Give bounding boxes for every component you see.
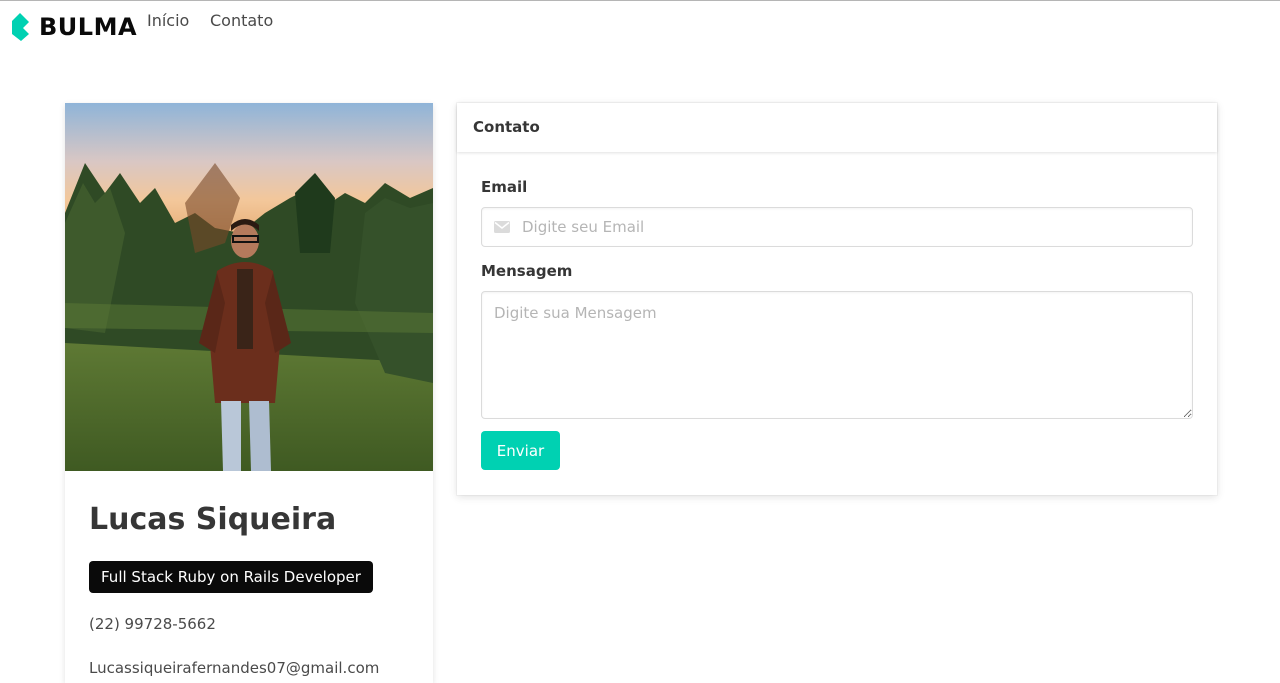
profile-phone: (22) 99728-5662 bbox=[89, 615, 216, 633]
profile-email: Lucassiqueirafernandes07@gmail.com bbox=[89, 659, 380, 677]
send-button[interactable]: Enviar bbox=[481, 431, 560, 470]
brand-name: BULMA bbox=[39, 13, 138, 41]
message-textarea[interactable] bbox=[481, 291, 1193, 419]
profile-photo bbox=[65, 103, 433, 471]
role-tag: Full Stack Ruby on Rails Developer bbox=[89, 561, 373, 593]
profile-card: Lucas Siqueira Full Stack Ruby on Rails … bbox=[65, 103, 433, 683]
message-label: Mensagem bbox=[481, 262, 573, 280]
navbar: BULMA Início Contato bbox=[0, 1, 1280, 53]
card-title: Contato bbox=[473, 118, 540, 136]
brand-link[interactable]: BULMA bbox=[11, 13, 137, 41]
email-field-wrapper bbox=[481, 207, 1193, 247]
envelope-icon bbox=[494, 221, 510, 233]
nav-item-inicio[interactable]: Início bbox=[147, 11, 189, 31]
bulma-logo-icon bbox=[12, 13, 29, 41]
email-input[interactable] bbox=[522, 208, 1182, 246]
profile-name: Lucas Siqueira bbox=[89, 502, 337, 537]
nav-item-contato[interactable]: Contato bbox=[210, 11, 273, 31]
card-header: Contato bbox=[457, 103, 1217, 152]
email-label: Email bbox=[481, 178, 528, 196]
contact-card: Contato Email Mensagem Enviar bbox=[457, 103, 1217, 495]
